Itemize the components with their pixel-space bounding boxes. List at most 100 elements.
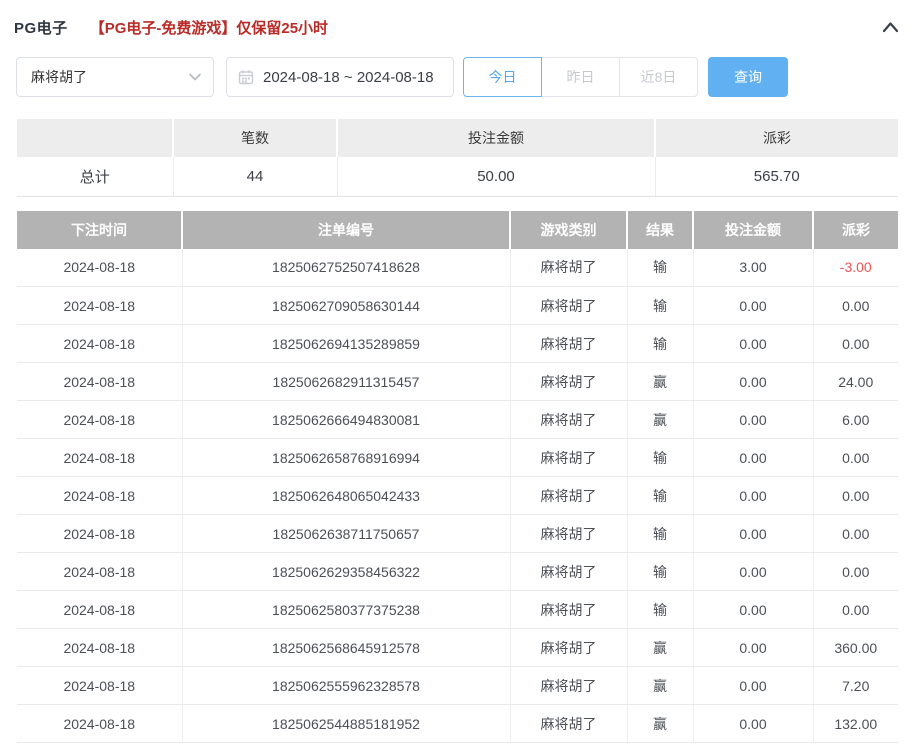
cell-bet-date: 2024-08-18: [17, 552, 183, 591]
search-button[interactable]: 查询: [708, 57, 788, 97]
table-row: 2024-08-18 1825062555962328578 麻将胡了 赢 0.…: [17, 666, 898, 705]
cell-bet-id: 1825062544885181952: [182, 704, 511, 743]
cell-result: 输: [627, 438, 694, 477]
chevron-up-icon: [882, 22, 899, 33]
cell-bet-id: 1825062648065042433: [182, 476, 511, 515]
game-select-value: 麻将胡了: [31, 69, 87, 85]
cell-result: 赢: [627, 362, 694, 401]
table-row: 2024-08-18 1825062648065042433 麻将胡了 输 0.…: [17, 476, 898, 515]
cell-bet-id: 1825062752507418628: [182, 248, 511, 287]
cell-payout: 0.00: [813, 286, 898, 325]
cell-payout: 24.00: [813, 362, 898, 401]
quick-range-button-0[interactable]: 今日: [463, 57, 542, 97]
cell-game-name: 麻将胡了: [510, 400, 628, 439]
cell-bet-id: 1825062709058630144: [182, 286, 511, 325]
cell-payout: 7.20: [813, 666, 898, 705]
cell-bet-id: 1825062694135289859: [182, 324, 511, 363]
cell-bet-date: 2024-08-18: [17, 476, 183, 515]
caret-down-icon: [189, 73, 201, 81]
cell-bet-date: 2024-08-18: [17, 438, 183, 477]
collapse-toggle[interactable]: [882, 21, 899, 33]
cell-result: 输: [627, 324, 694, 363]
cell-payout: 0.00: [813, 324, 898, 363]
table-row: 2024-08-18 1825062580377375238 麻将胡了 输 0.…: [17, 590, 898, 629]
cell-bet-amount: 0.00: [693, 552, 814, 591]
table-row: 2024-08-18 1825062666494830081 麻将胡了 赢 0.…: [17, 400, 898, 439]
table-row: 2024-08-18 1825062752507418628 麻将胡了 输 3.…: [17, 248, 898, 287]
cell-payout: 0.00: [813, 552, 898, 591]
cell-bet-id: 1825062568645912578: [182, 628, 511, 667]
cell-game-name: 麻将胡了: [510, 514, 628, 553]
cell-bet-amount: 0.00: [693, 704, 814, 743]
cell-bet-amount: 3.00: [693, 248, 814, 287]
quick-range-group: 今日 昨日 近8日: [463, 57, 698, 97]
cell-bet-amount: 0.00: [693, 476, 814, 515]
cell-game-name: 麻将胡了: [510, 590, 628, 629]
cell-bet-date: 2024-08-18: [17, 628, 183, 667]
cell-game-name: 麻将胡了: [510, 286, 628, 325]
column-header: 下注时间: [17, 210, 183, 249]
cell-result: 输: [627, 476, 694, 515]
summary-total-label: 总计: [17, 157, 174, 197]
cell-bet-id: 1825062682911315457: [182, 362, 511, 401]
date-range-input[interactable]: 2024-08-18 ~ 2024-08-18: [226, 57, 454, 97]
cell-result: 输: [627, 248, 694, 287]
cell-game-name: 麻将胡了: [510, 628, 628, 667]
cell-payout: 6.00: [813, 400, 898, 439]
cell-game-name: 麻将胡了: [510, 438, 628, 477]
cell-game-name: 麻将胡了: [510, 248, 628, 287]
cell-bet-date: 2024-08-18: [17, 704, 183, 743]
section-header: PG电子 【PG电子-免费游戏】仅保留25小时: [0, 0, 915, 38]
table-row: 2024-08-18 1825062709058630144 麻将胡了 输 0.…: [17, 286, 898, 325]
cell-bet-date: 2024-08-18: [17, 362, 183, 401]
filter-bar: 麻将胡了 2024-08-18 ~ 2024-08-18 今日 昨日 近8日 查询: [16, 57, 899, 97]
summary-payout: 565.70: [655, 157, 898, 197]
cell-bet-date: 2024-08-18: [17, 514, 183, 553]
cell-payout: 0.00: [813, 438, 898, 477]
quick-range-button-2[interactable]: 近8日: [619, 57, 698, 97]
column-header: 派彩: [655, 119, 898, 157]
cell-bet-id: 1825062629358456322: [182, 552, 511, 591]
cell-game-name: 麻将胡了: [510, 476, 628, 515]
cell-bet-amount: 0.00: [693, 666, 814, 705]
cell-payout: 132.00: [813, 704, 898, 743]
cell-result: 输: [627, 590, 694, 629]
cell-bet-id: 1825062666494830081: [182, 400, 511, 439]
cell-bet-amount: 0.00: [693, 286, 814, 325]
records-table: 下注时间 注单编号 游戏类别 结果 投注金额 派彩 2024-08-18 18250627…: [17, 210, 898, 743]
cell-game-name: 麻将胡了: [510, 704, 628, 743]
table-row: 2024-08-18 1825062568645912578 麻将胡了 赢 0.…: [17, 628, 898, 667]
records-header-row: 下注时间 注单编号 游戏类别 结果 投注金额 派彩: [17, 210, 898, 249]
cell-payout: 360.00: [813, 628, 898, 667]
game-select[interactable]: 麻将胡了: [16, 57, 214, 97]
cell-bet-date: 2024-08-18: [17, 248, 183, 287]
cell-payout: 0.00: [813, 476, 898, 515]
summary-total-row: 总计 44 50.00 565.70: [17, 157, 898, 197]
column-header: 投注金额: [337, 119, 656, 157]
calendar-icon: [238, 70, 254, 85]
cell-bet-amount: 0.00: [693, 438, 814, 477]
date-range-value: 2024-08-18 ~ 2024-08-18: [263, 68, 434, 86]
cell-result: 输: [627, 286, 694, 325]
cell-payout: 0.00: [813, 590, 898, 629]
cell-bet-amount: 0.00: [693, 514, 814, 553]
cell-payout: -3.00: [813, 248, 898, 287]
quick-range-button-1[interactable]: 昨日: [541, 57, 620, 97]
table-row: 2024-08-18 1825062682911315457 麻将胡了 赢 0.…: [17, 362, 898, 401]
table-row: 2024-08-18 1825062658768916994 麻将胡了 输 0.…: [17, 438, 898, 477]
cell-bet-date: 2024-08-18: [17, 590, 183, 629]
cell-game-name: 麻将胡了: [510, 666, 628, 705]
summary-table: 笔数 投注金额 派彩 总计 44 50.00 565.70: [17, 119, 898, 197]
column-header: 注单编号: [182, 210, 511, 249]
cell-result: 赢: [627, 400, 694, 439]
cell-bet-id: 1825062580377375238: [182, 590, 511, 629]
cell-bet-date: 2024-08-18: [17, 666, 183, 705]
cell-bet-amount: 0.00: [693, 362, 814, 401]
table-row: 2024-08-18 1825062629358456322 麻将胡了 输 0.…: [17, 552, 898, 591]
cell-result: 输: [627, 514, 694, 553]
cell-bet-id: 1825062555962328578: [182, 666, 511, 705]
cell-result: 赢: [627, 704, 694, 743]
cell-bet-amount: 0.00: [693, 400, 814, 439]
column-header: 投注金额: [693, 210, 814, 249]
summary-count: 44: [173, 157, 338, 197]
